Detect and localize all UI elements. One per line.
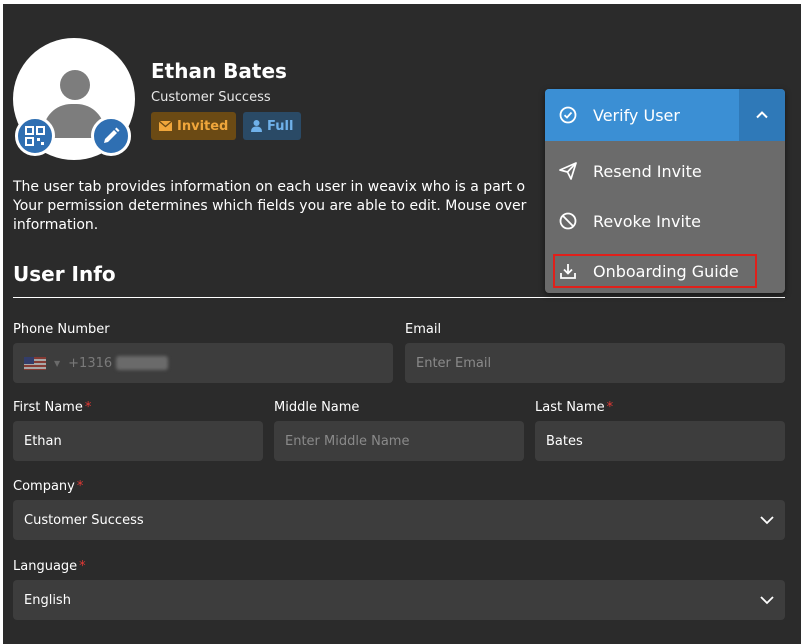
user-tab-description: The user tab provides information on eac… (13, 179, 527, 233)
chevron-down-icon (760, 596, 774, 605)
send-icon (559, 162, 577, 180)
phone-country-code: +1316 (68, 355, 113, 371)
revoke-invite-label: Revoke Invite (593, 211, 702, 231)
language-select[interactable]: English (13, 580, 785, 620)
company-select[interactable]: Customer Success (13, 500, 785, 540)
first-name-label: First Name * (13, 400, 92, 415)
email-label: Email (405, 322, 442, 337)
redacted-phone-number (116, 356, 169, 370)
qr-code-icon (25, 126, 45, 146)
access-badge: Full (243, 112, 302, 140)
chevron-up-icon (756, 111, 768, 119)
us-flag-icon[interactable] (24, 356, 46, 370)
phone-label: Phone Number (13, 322, 110, 337)
last-name-field[interactable]: Bates (535, 421, 785, 461)
company-label: Company * (13, 479, 84, 494)
middle-name-label: Middle Name (274, 400, 360, 415)
status-badge-label: Invited (177, 118, 229, 134)
language-label: Language * (13, 559, 86, 574)
pencil-icon (104, 127, 120, 143)
chevron-down-icon: ▼ (54, 358, 61, 368)
user-role: Customer Success (151, 90, 271, 105)
user-name: Ethan Bates (151, 59, 287, 83)
envelope-icon (159, 121, 172, 131)
chevron-down-icon (760, 516, 774, 525)
last-name-label: Last Name * (535, 400, 614, 415)
edit-avatar-button[interactable] (91, 116, 131, 156)
middle-name-field[interactable]: Enter Middle Name (274, 421, 524, 461)
ban-icon (559, 212, 577, 230)
status-badge: Invited (151, 112, 237, 140)
onboarding-guide-item[interactable]: Onboarding Guide (553, 254, 757, 288)
first-name-field[interactable]: Ethan (13, 421, 263, 461)
email-field[interactable]: Enter Email (405, 343, 785, 383)
verify-user-label: Verify User (593, 105, 680, 125)
access-badge-label: Full (267, 118, 294, 134)
check-circle-icon (559, 106, 577, 124)
language-value: English (24, 592, 71, 608)
user-actions-menu: Verify User Resend Invite Revoke Invite (545, 89, 785, 293)
section-title: User Info (13, 262, 116, 286)
qr-code-button[interactable] (15, 116, 55, 156)
resend-invite-label: Resend Invite (593, 161, 702, 181)
user-profile-panel: Ethan Bates Customer Success Invited Ful… (3, 4, 801, 644)
resend-invite-item[interactable]: Resend Invite (545, 146, 785, 196)
avatar-placeholder-head (60, 70, 90, 100)
company-value: Customer Success (24, 512, 144, 528)
verify-user-button[interactable]: Verify User (545, 89, 739, 141)
download-icon (560, 264, 576, 279)
onboarding-guide-label: Onboarding Guide (593, 261, 739, 281)
revoke-invite-item[interactable]: Revoke Invite (545, 196, 785, 246)
person-icon (251, 120, 262, 132)
section-divider (13, 297, 785, 298)
phone-input[interactable]: ▼ +1316 (13, 343, 393, 383)
menu-collapse-toggle[interactable] (739, 89, 785, 141)
